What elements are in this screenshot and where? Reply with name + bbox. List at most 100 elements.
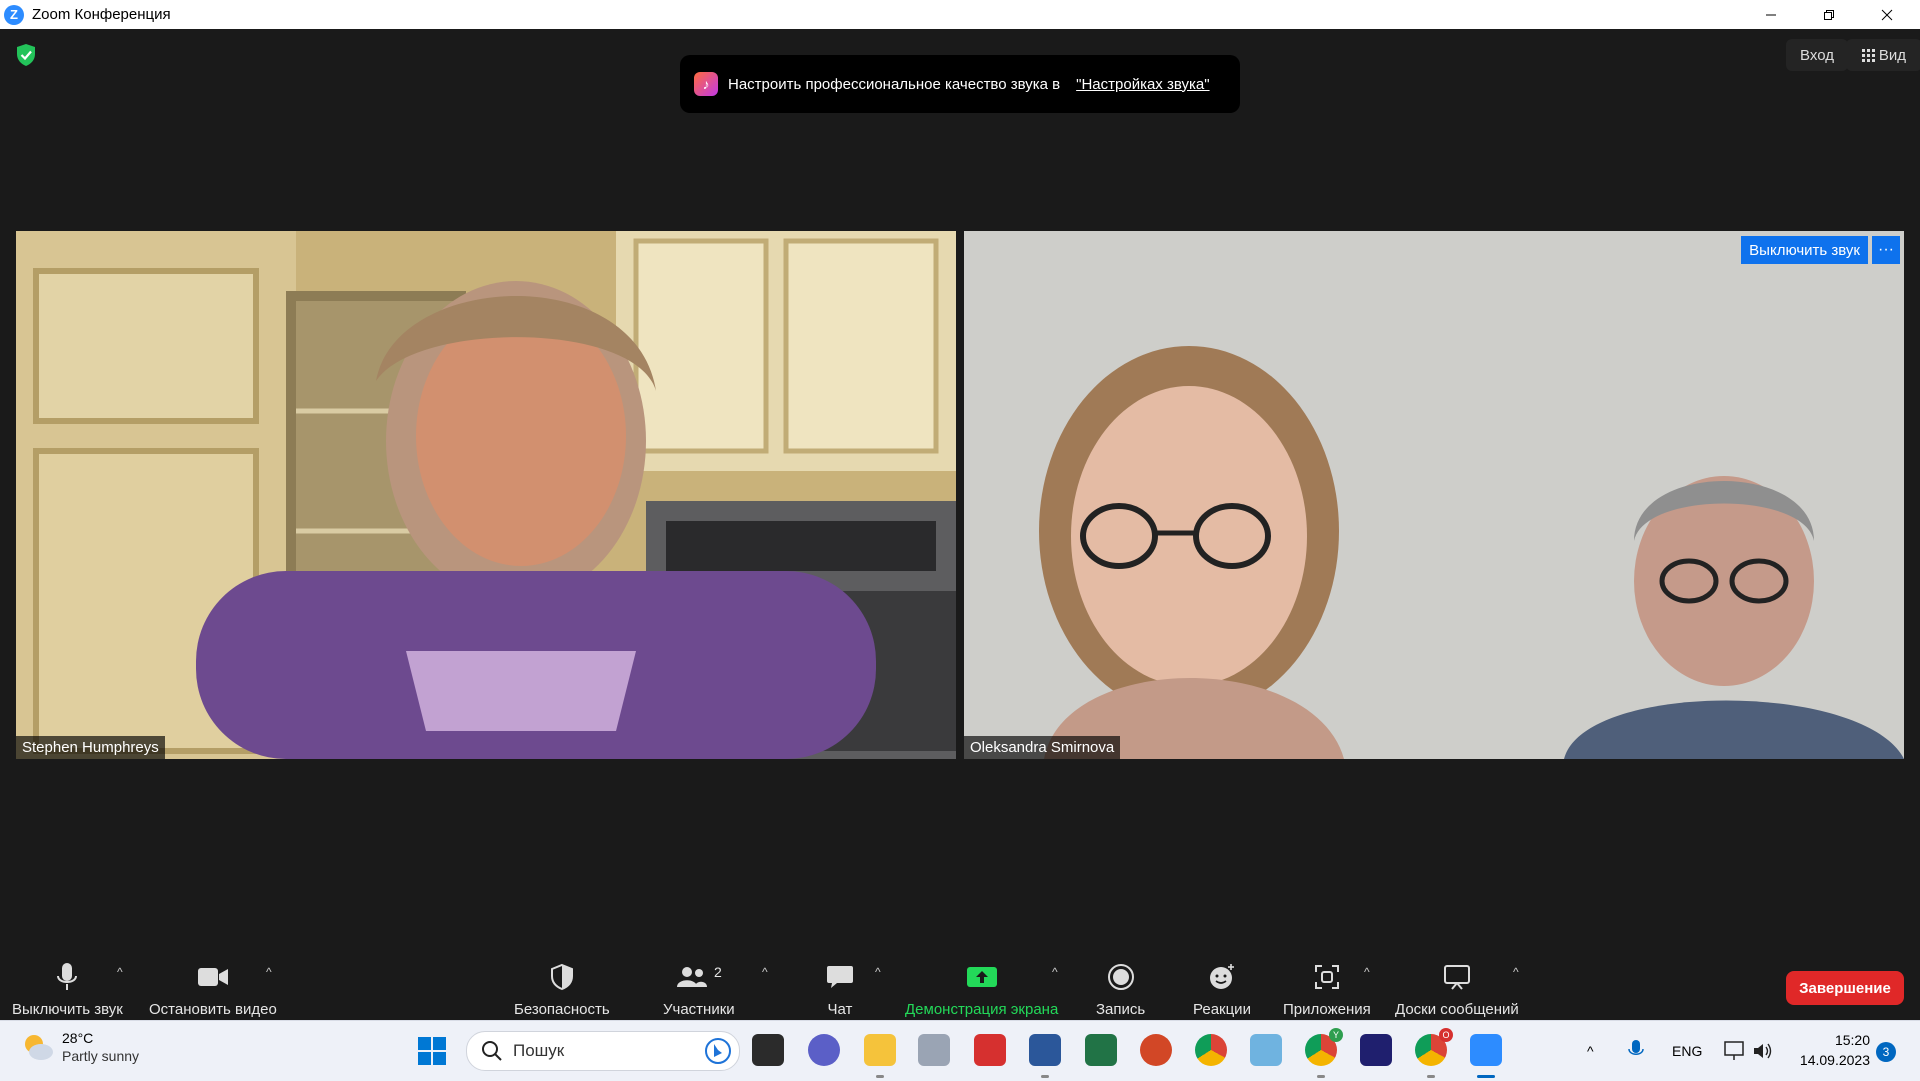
- record-button[interactable]: Запись: [1096, 961, 1145, 1018]
- apps-icon: [1314, 965, 1339, 989]
- whiteboard-button[interactable]: Доски сообщений: [1395, 961, 1519, 1018]
- zoom-logo-icon: Z: [4, 4, 24, 25]
- partly-sunny-icon: [25, 1035, 53, 1060]
- microphone-tray-icon[interactable]: [1628, 1039, 1644, 1063]
- running-indicator: [1477, 1075, 1495, 1078]
- participant-name-tag: Stephen Humphreys: [16, 736, 165, 759]
- search-icon: [482, 1041, 502, 1061]
- clock-time: 15:20: [1834, 1032, 1870, 1048]
- chevron-up-icon[interactable]: ^: [1052, 965, 1058, 979]
- network-icon[interactable]: [1724, 1041, 1746, 1061]
- shield-icon: [550, 963, 573, 991]
- login-button[interactable]: Вход: [1786, 39, 1848, 71]
- participant-name-tag: Oleksandra Smirnova: [964, 736, 1121, 759]
- participants-label: Участники: [663, 1001, 735, 1018]
- task-view-icon[interactable]: [752, 1034, 784, 1066]
- record-label: Запись: [1096, 1001, 1146, 1018]
- snipping-tool-icon[interactable]: [918, 1034, 950, 1066]
- excel-icon[interactable]: [1085, 1034, 1117, 1066]
- chevron-up-icon[interactable]: ^: [266, 965, 272, 979]
- whiteboard-label: Доски сообщений: [1395, 1001, 1519, 1018]
- weather-widget[interactable]: 28°C Partly sunny: [22, 1029, 139, 1065]
- word-icon[interactable]: [1029, 1034, 1061, 1066]
- participants-icon: [676, 967, 707, 987]
- grid-icon: [1861, 48, 1875, 62]
- minimize-icon: [1766, 14, 1776, 15]
- notice-text: Настроить профессиональное качество звук…: [728, 75, 1061, 93]
- running-indicator: [1041, 1075, 1049, 1078]
- close-icon: [1881, 9, 1893, 20]
- video-feed-kitchen: [16, 231, 956, 759]
- participants-button[interactable]: 2 Участники: [663, 961, 735, 1018]
- share-screen-button[interactable]: Демонстрация экрана: [905, 961, 1058, 1018]
- close-button[interactable]: [1858, 0, 1916, 29]
- video-label: Остановить видео: [149, 1001, 277, 1018]
- chrome-profile-icon[interactable]: Y: [1305, 1028, 1343, 1066]
- mute-label: Выключить звук: [12, 1001, 123, 1018]
- view-button[interactable]: Вид: [1846, 39, 1920, 71]
- shield-check-icon[interactable]: [15, 43, 37, 67]
- weather-temperature: 28°C: [62, 1030, 94, 1046]
- participants-count: 2: [713, 964, 722, 980]
- windows-start-icon[interactable]: [418, 1037, 446, 1065]
- chevron-up-icon[interactable]: ^: [762, 965, 768, 979]
- chrome-icon[interactable]: [1195, 1034, 1227, 1066]
- chevron-up-icon[interactable]: ^: [1364, 965, 1370, 979]
- minimize-button[interactable]: [1742, 0, 1800, 29]
- window-title: Zoom Конференция: [32, 6, 171, 23]
- view-label: Вид: [1878, 46, 1907, 64]
- powerpoint-icon[interactable]: [1140, 1034, 1172, 1066]
- stop-video-button[interactable]: Остановить видео: [149, 961, 277, 1018]
- taskbar-search[interactable]: Пошук: [466, 1031, 740, 1071]
- restore-button[interactable]: [1800, 0, 1858, 29]
- video-tile-stephen[interactable]: Stephen Humphreys: [16, 231, 956, 759]
- running-indicator: [876, 1075, 884, 1078]
- tray-overflow-chevron[interactable]: ^: [1587, 1021, 1594, 1081]
- bing-icon[interactable]: [705, 1038, 731, 1064]
- title-bar: Z Zoom Конференция: [0, 0, 1920, 29]
- smiley-plus-icon: [1209, 964, 1234, 989]
- profile-badge: O: [1439, 1028, 1453, 1042]
- system-clock[interactable]: 15:20 14.09.2023: [1790, 1030, 1870, 1070]
- chrome-profile-icon[interactable]: O: [1415, 1028, 1453, 1066]
- share-screen-label: Демонстрация экрана: [905, 1001, 1059, 1018]
- pdf-editor-icon[interactable]: [974, 1034, 1006, 1066]
- notifications-badge[interactable]: 3: [1876, 1042, 1896, 1062]
- end-meeting-button[interactable]: Завершение: [1786, 971, 1904, 1005]
- zoom-taskbar-icon[interactable]: [1470, 1034, 1502, 1066]
- input-language[interactable]: ENG: [1672, 1021, 1702, 1081]
- record-icon: [1107, 964, 1134, 990]
- video-tile-oleksandra[interactable]: Oleksandra Smirnova Выключить звук ···: [964, 231, 1904, 759]
- search-placeholder: Пошук: [513, 1041, 565, 1060]
- clock-date: 14.09.2023: [1799, 1052, 1870, 1068]
- file-explorer-icon[interactable]: [864, 1034, 896, 1066]
- security-button[interactable]: Безопасность: [514, 961, 610, 1018]
- teams-chat-icon[interactable]: [808, 1034, 840, 1066]
- windows-taskbar: 28°C Partly sunny Пошук Y O ^ ENG 15:20 …: [0, 1020, 1920, 1081]
- audio-settings-link[interactable]: "Настройках звука": [1076, 76, 1209, 93]
- apps-label: Приложения: [1283, 1001, 1371, 1018]
- music-note-icon: ♪: [694, 72, 718, 96]
- chat-button[interactable]: Чат: [826, 961, 854, 1018]
- chevron-up-icon[interactable]: ^: [117, 965, 123, 979]
- chevron-up-icon[interactable]: ^: [875, 965, 881, 979]
- apps-button[interactable]: Приложения: [1283, 961, 1371, 1018]
- security-label: Безопасность: [514, 1001, 610, 1018]
- audio-quality-notice: ♪ Настроить профессиональное качество зв…: [680, 55, 1240, 113]
- mute-participant-button[interactable]: Выключить звук: [1741, 236, 1868, 264]
- chevron-up-icon[interactable]: ^: [1513, 965, 1519, 979]
- chat-label: Чат: [827, 1001, 853, 1018]
- webex-icon[interactable]: [1360, 1034, 1392, 1066]
- restore-icon: [1824, 9, 1834, 20]
- photos-icon[interactable]: [1250, 1034, 1282, 1066]
- volume-icon[interactable]: [1752, 1041, 1774, 1061]
- running-indicator: [1317, 1075, 1325, 1078]
- video-feed-office: [964, 231, 1904, 759]
- mute-button[interactable]: Выключить звук: [12, 961, 123, 1018]
- more-options-button[interactable]: ···: [1872, 236, 1900, 264]
- reactions-label: Реакции: [1193, 1001, 1251, 1018]
- reactions-button[interactable]: Реакции: [1193, 961, 1251, 1018]
- weather-description: Partly sunny: [62, 1048, 140, 1064]
- whiteboard-icon: [1443, 965, 1470, 990]
- video-camera-icon: [197, 968, 228, 986]
